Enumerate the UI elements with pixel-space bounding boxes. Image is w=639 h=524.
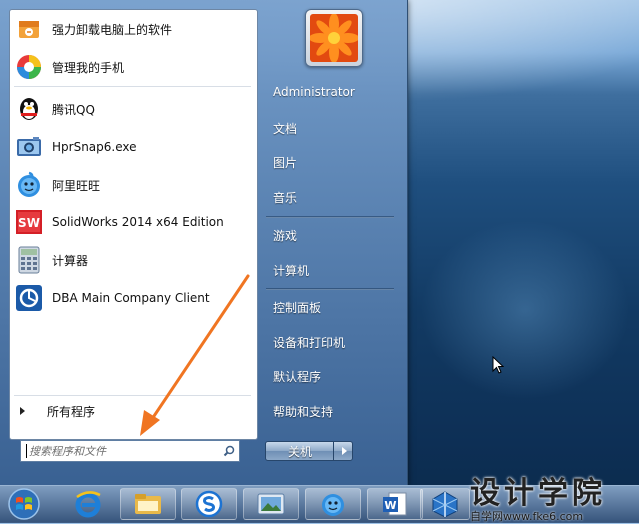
aliwangwang-icon [322, 494, 344, 516]
sogou-icon [195, 490, 223, 518]
taskbar-image-viewer-button[interactable] [243, 488, 299, 520]
menu-item-help-support[interactable]: 帮助和支持 [273, 403, 333, 420]
menu-item-devices-printers[interactable]: 设备和打印机 [273, 334, 345, 351]
image-viewer-icon [257, 493, 285, 515]
svg-text:SW: SW [18, 216, 40, 230]
program-item-label: 强力卸载电脑上的软件 [52, 22, 173, 37]
program-item-label: HprSnap6.exe [52, 140, 137, 154]
triangle-right-icon [341, 447, 347, 455]
menu-item-computer[interactable]: 计算机 [273, 262, 309, 279]
user-avatar[interactable] [305, 9, 363, 67]
taskbar-ie-button[interactable] [64, 488, 112, 520]
start-orb-button[interactable] [4, 486, 44, 522]
program-item-label: 阿里旺旺 [52, 178, 101, 193]
all-programs-label: 所有程序 [47, 404, 96, 419]
program-list-pane: 强力卸载电脑上的软件 管理我的手机 腾讯QQ HprSnap6.exe 阿里旺旺… [9, 9, 258, 440]
svg-text:W: W [384, 499, 396, 512]
program-item-label: 管理我的手机 [52, 60, 125, 75]
taskbar-word-button[interactable]: W [367, 488, 423, 520]
uninstall-box-icon [14, 15, 44, 43]
program-item-solidworks[interactable]: SW SolidWorks 2014 x64 Edition [14, 207, 252, 237]
program-item-label: SolidWorks 2014 x64 Edition [52, 215, 224, 229]
shutdown-label: 关机 [287, 444, 312, 459]
program-item-label: 计算器 [52, 253, 89, 268]
word-icon: W [383, 492, 407, 516]
windows-logo-icon [8, 488, 40, 520]
start-menu: 强力卸载电脑上的软件 管理我的手机 腾讯QQ HprSnap6.exe 阿里旺旺… [0, 0, 408, 486]
shutdown-options-button[interactable] [333, 441, 354, 461]
camera-icon [14, 133, 44, 161]
program-item-uninstall[interactable]: 强力卸载电脑上的软件 [14, 14, 252, 44]
right-pane-divider [266, 216, 394, 218]
program-item-qq[interactable]: 腾讯QQ [14, 94, 252, 124]
program-item-label: 腾讯QQ [52, 102, 95, 117]
menu-item-administrator[interactable]: Administrator [273, 85, 355, 99]
dba-client-icon [14, 284, 44, 312]
desktop-water-light [420, 220, 630, 400]
flower-avatar-icon [310, 14, 358, 62]
program-item-calculator[interactable]: 计算器 [14, 245, 252, 275]
all-programs-button[interactable]: 所有程序 [14, 399, 252, 423]
taskbar-sogou-button[interactable] [181, 488, 237, 520]
program-item-phone-manager[interactable]: 管理我的手机 [14, 52, 252, 82]
search-box[interactable] [20, 440, 240, 462]
pinned-divider [14, 86, 251, 87]
all-programs-divider [14, 395, 251, 396]
taskbar-explorer-button[interactable] [120, 488, 176, 520]
menu-item-pictures[interactable]: 图片 [273, 154, 297, 171]
triangle-right-icon [20, 407, 25, 415]
ie-icon [75, 491, 101, 518]
watermark-title: 设计学院 [470, 476, 606, 511]
menu-item-default-programs[interactable]: 默认程序 [273, 368, 321, 385]
phone-manager-icon [14, 53, 44, 81]
menu-item-control-panel[interactable]: 控制面板 [273, 299, 321, 316]
program-item-label: DBA Main Company Client [52, 291, 210, 305]
calculator-icon [14, 246, 44, 274]
text-caret [26, 444, 27, 458]
site-watermark: 设计学院 自学网www.fke6.com [420, 468, 639, 523]
explorer-icon [135, 494, 161, 514]
taskbar-aliwangwang-button[interactable] [305, 488, 361, 520]
program-item-aliwangwang[interactable]: 阿里旺旺 [14, 170, 252, 200]
qq-penguin-icon [14, 95, 44, 123]
aliwangwang-icon [14, 171, 44, 199]
right-pane-divider [266, 288, 394, 290]
search-icon[interactable] [219, 441, 239, 461]
search-input[interactable] [21, 443, 219, 459]
menu-item-games[interactable]: 游戏 [273, 227, 297, 244]
solidworks-icon: SW [14, 208, 44, 236]
program-item-dba-client[interactable]: DBA Main Company Client [14, 283, 252, 313]
menu-item-music[interactable]: 音乐 [273, 189, 297, 206]
mouse-cursor-icon [492, 355, 505, 378]
menu-item-documents[interactable]: 文档 [273, 120, 297, 137]
program-item-hprsnap[interactable]: HprSnap6.exe [14, 132, 252, 162]
